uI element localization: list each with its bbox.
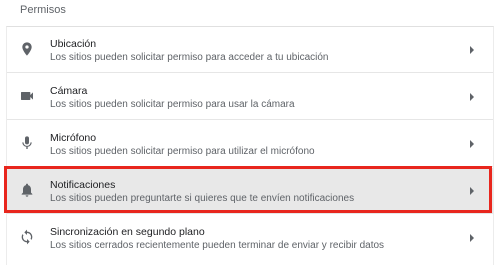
bell-icon — [19, 182, 35, 198]
permission-description: Los sitios pueden solicitar permiso para… — [50, 52, 329, 63]
settings-page: Permisos Ubicación Los sitios pueden sol… — [0, 0, 500, 265]
permission-description: Los sitios pueden solicitar permiso para… — [50, 99, 295, 110]
chevron-right-icon — [468, 92, 476, 102]
permission-title: Cámara — [50, 85, 88, 97]
chevron-right-icon — [468, 233, 476, 243]
permission-description: Los sitios pueden solicitar permiso para… — [50, 146, 315, 157]
sync-icon — [19, 229, 35, 245]
chevron-right-icon — [468, 45, 476, 55]
permission-description: Los sitios pueden preguntarte si quieres… — [50, 193, 355, 204]
permission-title: Micrófono — [50, 132, 97, 144]
section-title: Permisos — [20, 4, 66, 16]
camera-icon — [19, 88, 35, 104]
permission-row-camera[interactable]: Cámara Los sitios pueden solicitar permi… — [7, 74, 493, 120]
location-pin-icon — [19, 41, 35, 57]
permission-row-microphone[interactable]: Micrófono Los sitios pueden solicitar pe… — [7, 121, 493, 167]
microphone-icon — [19, 135, 35, 151]
permission-description: Los sitios cerrados recientemente pueden… — [50, 240, 385, 251]
permission-title: Sincronización en segundo plano — [50, 226, 205, 238]
permission-row-notifications[interactable]: Notificaciones Los sitios pueden pregunt… — [7, 168, 493, 214]
permission-title: Notificaciones — [50, 179, 116, 191]
chevron-right-icon — [468, 186, 476, 196]
permission-row-location[interactable]: Ubicación Los sitios pueden solicitar pe… — [7, 27, 493, 73]
permissions-list: Ubicación Los sitios pueden solicitar pe… — [6, 26, 494, 265]
chevron-right-icon — [468, 139, 476, 149]
permission-row-background-sync[interactable]: Sincronización en segundo plano Los siti… — [7, 215, 493, 261]
permission-title: Ubicación — [50, 38, 97, 50]
